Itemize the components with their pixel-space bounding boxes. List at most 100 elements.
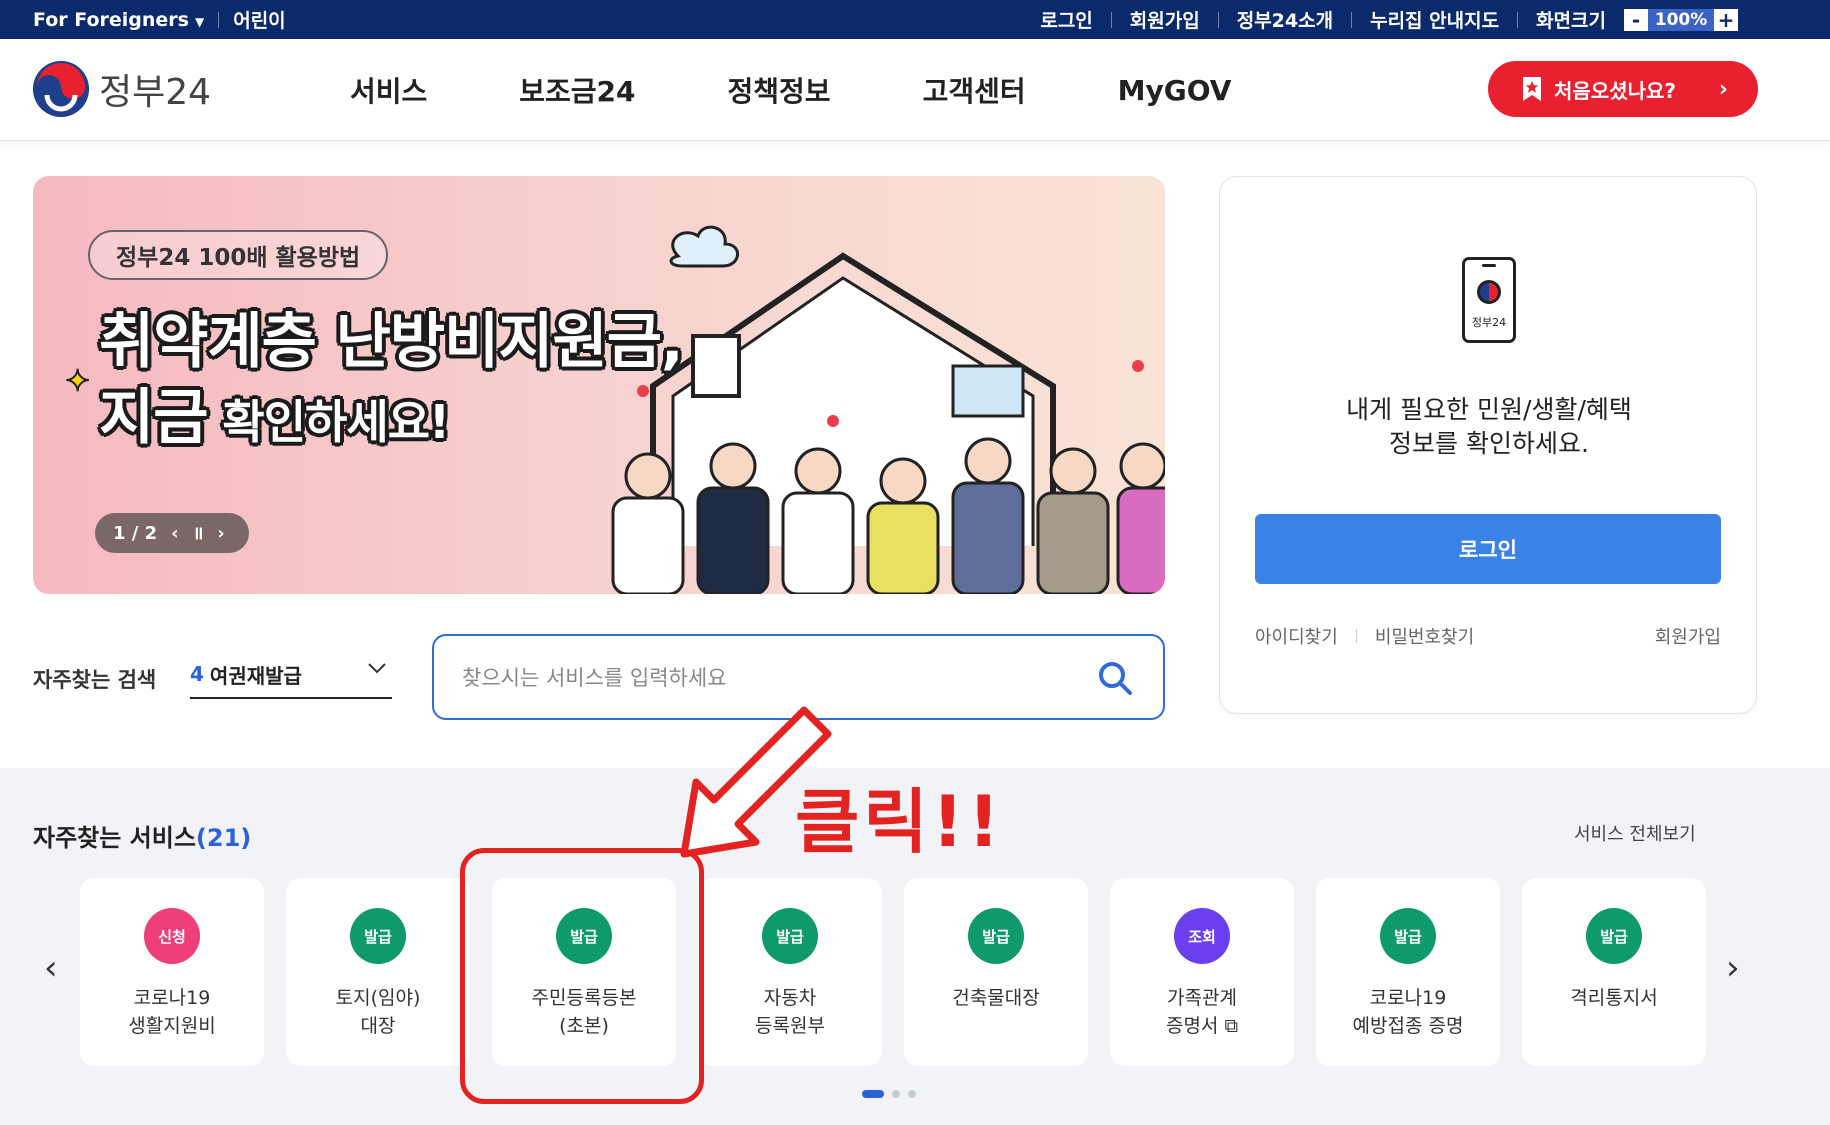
service-card-list: 신청 코로나19 생활지원비 발급 토지(임야) 대장 발급 주민등록등본 (초…	[80, 878, 1706, 1066]
top-right-links: 로그인 회원가입 정부24소개 누리집 안내지도 화면크기 - 100% +	[1040, 0, 1738, 39]
search-icon[interactable]	[1097, 660, 1133, 696]
sparkle-icon: ✦	[64, 363, 91, 400]
divider	[1517, 11, 1519, 28]
about-link[interactable]: 정부24소개	[1237, 6, 1333, 33]
logo-text: 정부24	[99, 72, 212, 113]
login-button[interactable]: 로그인	[1255, 514, 1721, 584]
services-count: (21)	[195, 824, 252, 852]
screen-size-label: 화면크기	[1536, 10, 1606, 32]
chevron-right-icon[interactable]: ›	[1726, 948, 1740, 988]
login-panel: 정부24 내게 필요한 민원/생활/혜택 정보를 확인하세요. 로그인 아이디찾…	[1219, 176, 1757, 714]
main-navigation: 서비스 보조금24 정책정보 고객센터 MyGOV	[350, 39, 1277, 141]
service-card-building-register[interactable]: 발급 건축물대장	[904, 878, 1088, 1066]
find-password-link[interactable]: 비밀번호찾기	[1375, 623, 1474, 649]
services-title: 자주찾는 서비스(21)	[33, 818, 251, 853]
frequent-search-value: 여권재발급	[209, 663, 302, 688]
service-card-label: 자동차 등록원부	[755, 987, 825, 1037]
nav-services[interactable]: 서비스	[350, 70, 473, 110]
zoom-control: - 100% +	[1624, 8, 1738, 31]
badge-apply: 신청	[144, 908, 200, 964]
service-card-covid-vaccination[interactable]: 발급 코로나19 예방접종 증명	[1316, 878, 1500, 1066]
zoom-value: 100%	[1648, 8, 1714, 31]
join-link[interactable]: 회원가입	[1655, 623, 1721, 649]
caret-down-icon: ▼	[194, 14, 205, 29]
badge-issue: 발급	[762, 908, 818, 964]
badge-issue: 발급	[1586, 908, 1642, 964]
pause-icon[interactable]: ॥	[193, 521, 204, 545]
service-card-vehicle-register[interactable]: 발급 자동차 등록원부	[698, 878, 882, 1066]
divider	[218, 11, 220, 28]
chevron-left-icon[interactable]: ‹	[44, 948, 58, 988]
top-join-link[interactable]: 회원가입	[1130, 6, 1200, 33]
services-title-text: 자주찾는 서비스	[33, 824, 196, 852]
service-card-label: 토지(임야) 대장	[335, 987, 421, 1037]
carousel-dot[interactable]	[908, 1090, 916, 1098]
frequent-search-rank: 4	[190, 662, 204, 686]
view-all-services-link[interactable]: 서비스 전체보기	[1574, 820, 1696, 846]
next-slide-icon[interactable]: ›	[217, 523, 224, 544]
main-header: 정부24 서비스 보조금24 정책정보 고객센터 MyGOV 처음오셨나요? ›	[0, 39, 1830, 141]
service-card-quarantine-notice[interactable]: 발급 격리통지서	[1522, 878, 1706, 1066]
phone-notch	[1482, 264, 1496, 267]
login-description: 내게 필요한 민원/생활/혜택 정보를 확인하세요.	[1220, 393, 1758, 461]
nav-policy-info[interactable]: 정책정보	[682, 70, 877, 110]
divider	[1110, 11, 1112, 28]
badge-issue: 발급	[968, 908, 1024, 964]
login-desc-line1: 내게 필요한 민원/생활/혜택	[1346, 395, 1632, 424]
service-card-label: 가족관계 증명서 ⧉	[1165, 987, 1239, 1037]
carousel-dots	[862, 1090, 916, 1098]
for-foreigners-link[interactable]: For Foreigners ▼	[33, 9, 204, 31]
top-left-links: For Foreigners ▼ 어린이	[33, 0, 286, 39]
prev-slide-icon[interactable]: ‹	[171, 523, 178, 544]
sitemap-link[interactable]: 누리집 안내지도	[1370, 6, 1499, 33]
top-utility-bar: For Foreigners ▼ 어린이 로그인 회원가입 정부24소개 누리집 …	[0, 0, 1830, 39]
for-foreigners-label: For Foreigners	[33, 8, 189, 31]
nav-mygov[interactable]: MyGOV	[1072, 74, 1278, 107]
service-card-label: 코로나19 생활지원비	[128, 987, 216, 1037]
badge-issue: 발급	[1380, 908, 1436, 964]
first-visit-button[interactable]: 처음오셨나요? ›	[1488, 61, 1758, 117]
banner-title-small: 확인하세요!	[207, 395, 450, 449]
taegeuk-logo-icon	[33, 61, 89, 117]
zoom-out-button[interactable]: -	[1624, 8, 1648, 31]
divider	[1217, 11, 1219, 28]
bookmark-star-icon	[1523, 77, 1541, 101]
kids-link[interactable]: 어린이	[233, 6, 285, 33]
mobile-app-icon: 정부24	[1462, 257, 1516, 343]
service-card-covid-living-support[interactable]: 신청 코로나19 생활지원비	[80, 878, 264, 1066]
site-logo[interactable]: 정부24	[33, 61, 211, 117]
service-card-label: 격리통지서	[1570, 987, 1658, 1009]
service-card-family-relation[interactable]: 조회 가족관계 증명서 ⧉	[1110, 878, 1294, 1066]
banner-title-big: 지금	[99, 383, 208, 453]
banner-illustration	[611, 225, 1165, 594]
login-links: 아이디찾기 비밀번호찾기 회원가입	[1255, 623, 1721, 649]
divider	[1355, 629, 1357, 643]
zoom-in-button[interactable]: +	[1714, 8, 1738, 31]
badge-issue: 발급	[350, 908, 406, 964]
carousel-dot-active[interactable]	[862, 1090, 884, 1098]
login-desc-line2: 정보를 확인하세요.	[1389, 429, 1589, 458]
frequent-search-label: 자주찾는 검색	[33, 668, 157, 692]
divider	[1351, 11, 1353, 28]
service-card-label: 건축물대장	[952, 987, 1040, 1009]
find-id-link[interactable]: 아이디찾기	[1255, 623, 1338, 649]
top-login-link[interactable]: 로그인	[1040, 6, 1092, 33]
click-highlight-box	[460, 848, 704, 1104]
banner-tag: 정부24 100배 활용방법	[88, 230, 389, 280]
taegeuk-mini-icon	[1477, 280, 1501, 304]
nav-customer-center[interactable]: 고객센터	[877, 70, 1072, 110]
frequent-search-dropdown[interactable]: 4 여권재발급	[190, 651, 392, 699]
phone-label: 정부24	[1471, 316, 1507, 329]
pointer-arrow-icon	[680, 706, 832, 858]
main-banner[interactable]: 정부24 100배 활용방법 ✦ 취약계층 난방비지원금, 지금 확인하세요!	[33, 176, 1165, 594]
carousel-dot[interactable]	[892, 1090, 900, 1098]
chevron-down-icon	[368, 663, 386, 674]
search-input[interactable]	[462, 658, 1062, 698]
chevron-right-icon: ›	[1718, 76, 1728, 102]
service-card-land-register[interactable]: 발급 토지(임야) 대장	[286, 878, 470, 1066]
banner-pager: 1 / 2 ‹ ॥ ›	[95, 513, 249, 553]
service-card-label: 코로나19 예방접종 증명	[1352, 987, 1464, 1037]
badge-inquiry: 조회	[1174, 908, 1230, 964]
first-visit-label: 처음오셨나요?	[1554, 78, 1677, 103]
nav-subsidy24[interactable]: 보조금24	[473, 70, 681, 110]
